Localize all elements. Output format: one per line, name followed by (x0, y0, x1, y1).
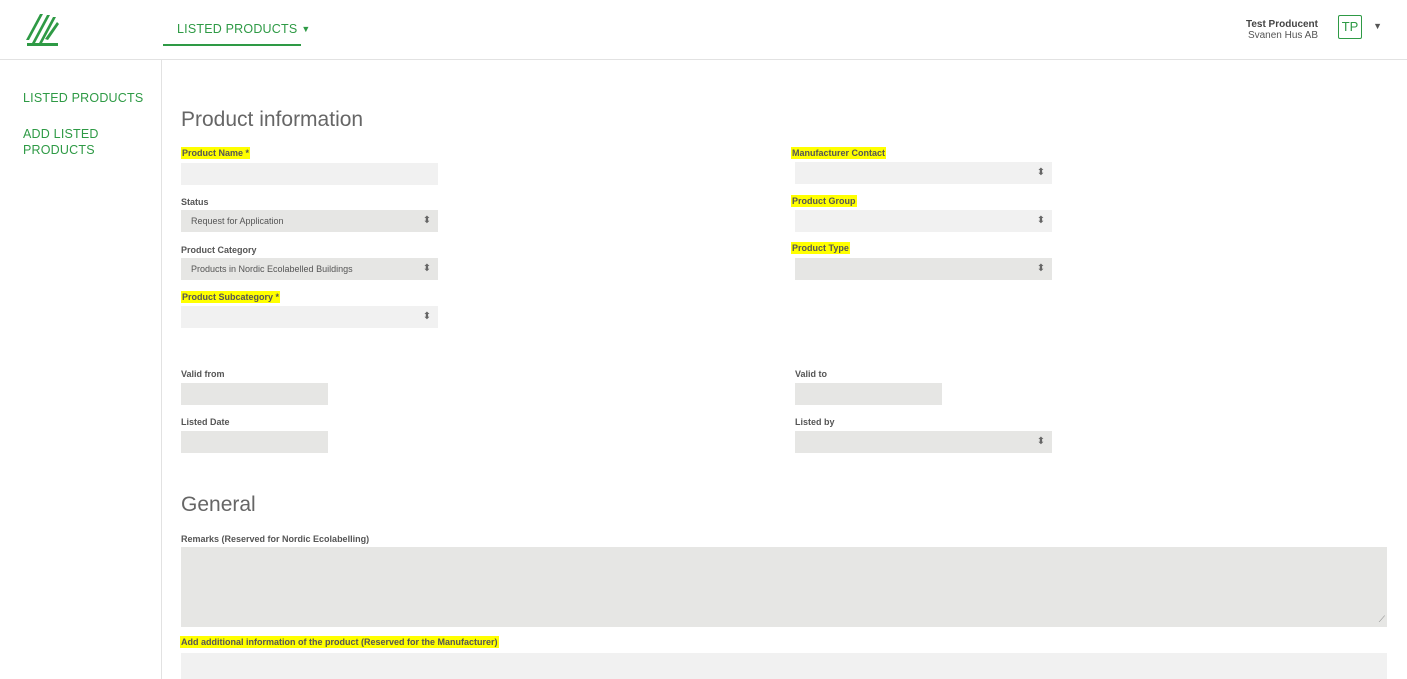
valid-from-input[interactable] (181, 383, 328, 405)
product-name-label: Product Name * (181, 147, 251, 159)
valid-from-label: Valid from (181, 369, 225, 379)
product-category-select[interactable]: Products in Nordic Ecolabelled Buildings… (181, 258, 438, 280)
product-information-title: Product information (181, 108, 364, 131)
listed-date-label: Listed Date (181, 417, 230, 427)
remarks-textarea[interactable]: ⟋ (181, 547, 1387, 627)
top-bar: LISTED PRODUCTS ▼ Test Producent Svanen H… (0, 0, 1407, 60)
resize-handle-icon[interactable]: ⟋ (1379, 614, 1385, 625)
product-group-label: Product Group (791, 195, 857, 207)
status-label: Status (181, 197, 209, 207)
sort-arrows-icon: ⬍ (1036, 167, 1046, 178)
user-menu[interactable]: Test Producent Svanen Hus AB TP ▼ (1128, 15, 1388, 45)
general-title: General (181, 493, 256, 516)
listed-date-input[interactable] (181, 431, 328, 453)
additional-info-label: Add additional information of the produc… (180, 636, 499, 648)
listed-by-select[interactable]: ⬍ (795, 431, 1052, 453)
remarks-label: Remarks (Reserved for Nordic Ecolabellin… (181, 534, 370, 544)
listed-by-label: Listed by (795, 417, 835, 427)
manufacturer-contact-select[interactable]: ⬍ (795, 162, 1052, 184)
valid-to-label: Valid to (795, 369, 828, 379)
product-group-select[interactable]: ⬍ (795, 210, 1052, 232)
tab-listed-products[interactable]: LISTED PRODUCTS ▼ (163, 22, 310, 46)
tab-listed-products-label: LISTED PRODUCTS (177, 22, 298, 36)
caret-down-icon: ▼ (301, 24, 311, 34)
sidebar: LISTED PRODUCTS ADD LISTED PRODUCTS (0, 60, 162, 679)
sidebar-item-listed-products[interactable]: LISTED PRODUCTS (23, 90, 153, 106)
user-name: Test Producent (1245, 19, 1318, 30)
sort-arrows-icon: ⬍ (422, 263, 432, 274)
sort-arrows-icon: ⬍ (422, 215, 432, 226)
sort-arrows-icon: ⬍ (422, 311, 432, 322)
sort-arrows-icon: ⬍ (1036, 215, 1046, 226)
product-name-input[interactable] (181, 163, 438, 185)
caret-down-icon[interactable]: ▼ (1373, 21, 1382, 31)
product-type-select[interactable]: ⬍ (795, 258, 1052, 280)
sidebar-item-add-listed-products[interactable]: ADD LISTED PRODUCTS (23, 126, 123, 158)
product-subcategory-label: Product Subcategory * (181, 291, 281, 303)
user-company: Svanen Hus AB (1247, 30, 1318, 41)
sort-arrows-icon: ⬍ (1036, 263, 1046, 274)
product-type-label: Product Type (791, 242, 850, 254)
additional-info-textarea[interactable] (181, 653, 1387, 679)
main-content: Product information Product Name * Statu… (163, 61, 1407, 679)
manufacturer-contact-label: Manufacturer Contact (791, 147, 887, 159)
status-select[interactable]: Request for Application ⬍ (181, 210, 438, 232)
user-info: Test Producent Svanen Hus AB (1246, 19, 1318, 41)
avatar[interactable]: TP (1338, 15, 1362, 39)
sort-arrows-icon: ⬍ (1036, 436, 1046, 447)
product-subcategory-select[interactable]: ⬍ (181, 306, 438, 328)
valid-to-input[interactable] (795, 383, 942, 405)
product-category-label: Product Category (181, 245, 257, 255)
nordic-swan-logo-icon[interactable] (22, 10, 62, 50)
